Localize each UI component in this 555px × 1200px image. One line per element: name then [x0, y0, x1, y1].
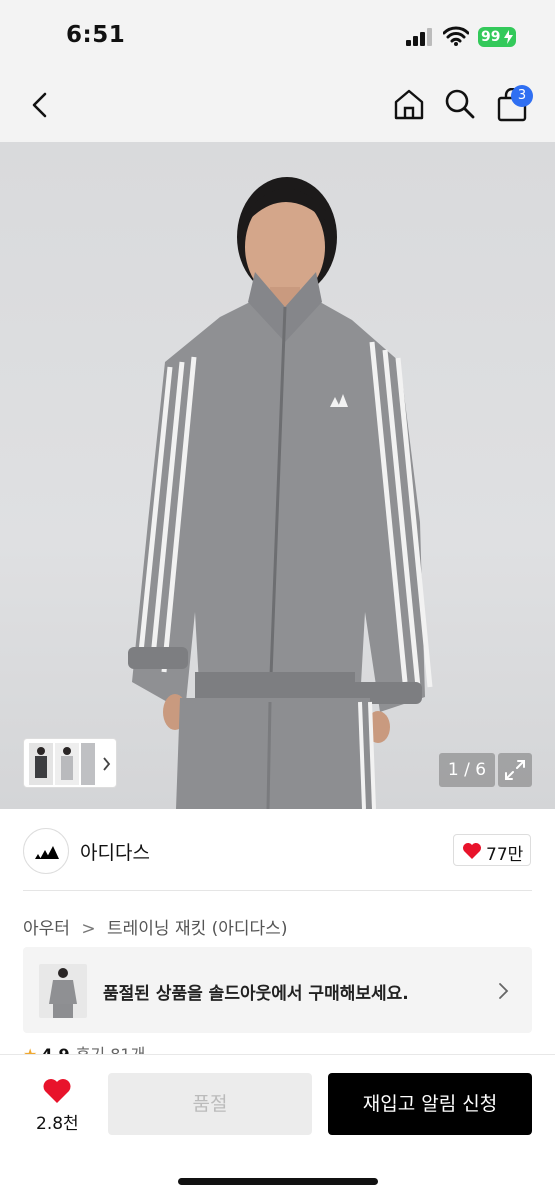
breadcrumb: 아우터 > 트레이닝 재킷 (아디다스) — [23, 914, 287, 939]
product-image[interactable] — [0, 142, 555, 809]
thumbnail-previews — [29, 743, 111, 785]
chevron-right-icon — [499, 983, 509, 999]
brand-like-button[interactable]: 77만 — [453, 834, 531, 866]
search-icon[interactable] — [444, 88, 476, 120]
brand-row: 아디다스 77만 — [0, 810, 555, 890]
expand-icon[interactable] — [498, 753, 532, 787]
home-indicator — [178, 1178, 378, 1185]
banner-text: 품절된 상품을 솔드아웃에서 구매해보세요. — [103, 984, 409, 1004]
soldout-banner[interactable]: 품절된 상품을 솔드아웃에서 구매해보세요. — [23, 947, 532, 1033]
home-icon[interactable] — [392, 87, 426, 121]
breadcrumb-separator: > — [81, 919, 96, 939]
banner-thumbnail — [39, 964, 87, 1018]
brand-name[interactable]: 아디다스 — [80, 838, 150, 865]
adidas-logo-icon — [35, 846, 59, 859]
image-counter: 1 / 6 — [439, 753, 495, 787]
battery-indicator: 99 — [478, 27, 516, 47]
model-jacket-illustration — [128, 177, 433, 809]
restock-alert-button[interactable]: 재입고 알림 신청 — [328, 1073, 532, 1135]
heart-icon[interactable] — [42, 1077, 72, 1104]
status-time: 6:51 — [66, 22, 126, 48]
banner-product-image — [49, 968, 77, 1018]
brand-like-count: 77만 — [486, 845, 524, 865]
breadcrumb-category[interactable]: 아우터 — [23, 919, 70, 939]
cellular-signal-icon — [406, 28, 432, 46]
wifi-icon — [443, 26, 469, 46]
soldout-button: 품절 — [108, 1073, 312, 1135]
brand-logo[interactable] — [23, 828, 69, 874]
like-count: 2.8천 — [36, 1114, 79, 1134]
charging-bolt-icon — [504, 30, 513, 44]
back-icon[interactable] — [28, 90, 52, 120]
top-navigation — [0, 72, 555, 142]
battery-level: 99 — [481, 29, 501, 45]
cart-count-badge: 3 — [511, 85, 533, 107]
heart-icon — [463, 843, 481, 859]
divider — [23, 890, 532, 891]
breadcrumb-product[interactable]: 트레이닝 재킷 (아디다스) — [107, 919, 287, 939]
thumbnail-strip[interactable] — [23, 738, 117, 788]
status-bar: 6:51 99 — [0, 0, 555, 72]
